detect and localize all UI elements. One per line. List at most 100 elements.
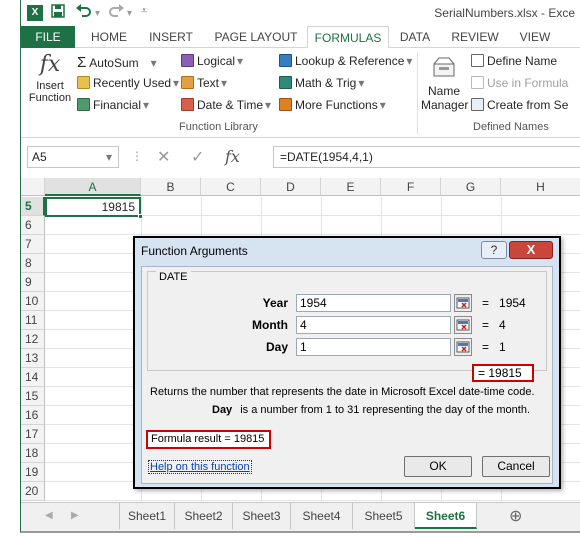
math-trig-button[interactable]: Math & Trig ▾ [279, 76, 364, 90]
row-header[interactable]: 8 [21, 254, 45, 273]
use-in-formula-button[interactable]: Use in Formula [471, 76, 568, 90]
sheet-tab-active[interactable]: Sheet6 [415, 503, 477, 529]
lookup-reference-button[interactable]: Lookup & Reference ▾ [279, 54, 412, 68]
sigma-icon: Σ [77, 54, 87, 71]
redo-icon[interactable] [107, 4, 125, 21]
collapse-dialog-icon[interactable] [454, 316, 472, 334]
tab-home[interactable]: HOME [83, 26, 135, 48]
argument-description: Day is a number from 1 to 31 representing… [212, 404, 530, 416]
sheet-tab-bar: ◀ ▶ Sheet1 Sheet2 Sheet3 Sheet4 Sheet5 S… [21, 502, 580, 531]
help-on-function-link[interactable]: Help on this function [148, 460, 252, 474]
row-header[interactable]: 16 [21, 406, 45, 425]
tab-insert[interactable]: INSERT [141, 26, 201, 48]
ok-button[interactable]: OK [404, 456, 472, 477]
logical-label: Logical [197, 54, 236, 68]
collapse-dialog-icon[interactable] [454, 338, 472, 356]
select-all-corner[interactable] [21, 178, 45, 196]
tab-file[interactable]: FILE [21, 26, 75, 48]
tab-view[interactable]: VIEW [513, 26, 557, 48]
add-sheet-icon[interactable]: ⊕ [509, 506, 522, 526]
day-input[interactable]: 1 [296, 338, 451, 356]
row-header[interactable]: 9 [21, 273, 45, 292]
autosum-button[interactable]: Σ AutoSum ▾ [77, 54, 157, 71]
fill-handle[interactable] [138, 214, 143, 219]
row-header[interactable]: 13 [21, 349, 45, 368]
text-button[interactable]: Text ▾ [181, 76, 227, 90]
row-header[interactable]: 5 [21, 197, 45, 216]
recently-used-button[interactable]: Recently Used ▾ [77, 76, 179, 90]
column-header[interactable]: G [441, 178, 501, 196]
redo-dropdown-icon[interactable]: ▾ [127, 8, 132, 19]
text-icon [181, 76, 194, 89]
confirm-entry-icon[interactable]: ✓ [191, 147, 204, 167]
column-header[interactable]: D [261, 178, 321, 196]
fx-icon: fx [39, 52, 61, 77]
row-header[interactable]: 18 [21, 444, 45, 463]
row-header[interactable]: 20 [21, 482, 45, 501]
financial-button[interactable]: Financial ▾ [77, 98, 149, 112]
undo-dropdown-icon[interactable]: ▾ [95, 8, 100, 19]
row-header[interactable]: 7 [21, 235, 45, 254]
sheet-tab[interactable]: Sheet3 [233, 503, 291, 529]
collapse-dialog-icon[interactable] [454, 294, 472, 312]
chevron-down-icon: ▾ [173, 76, 180, 90]
chevron-down-icon: ▾ [143, 98, 150, 112]
insert-function-label-1: Insert [36, 80, 64, 92]
sheet-tab[interactable]: Sheet2 [175, 503, 233, 529]
more-functions-button[interactable]: More Functions ▾ [279, 98, 386, 112]
fx-icon[interactable]: fx [225, 147, 240, 166]
insert-function-button[interactable]: fx Insert Function [27, 52, 73, 104]
column-header[interactable]: F [381, 178, 441, 196]
tab-review[interactable]: REVIEW [445, 26, 505, 48]
grid-row-line [45, 216, 580, 235]
column-header[interactable]: C [201, 178, 261, 196]
row-header[interactable]: 17 [21, 425, 45, 444]
column-header[interactable]: E [321, 178, 381, 196]
month-input[interactable]: 4 [296, 316, 451, 334]
row-header[interactable]: 19 [21, 463, 45, 482]
name-box-value: A5 [32, 150, 47, 164]
row-header[interactable]: 10 [21, 292, 45, 311]
column-header[interactable]: B [141, 178, 201, 196]
close-button[interactable]: X [509, 241, 553, 259]
row-header[interactable]: 6 [21, 216, 45, 235]
year-input[interactable]: 1954 [296, 294, 451, 312]
sheet-tab[interactable]: Sheet1 [119, 503, 175, 529]
define-name-icon [471, 54, 484, 67]
name-manager-button[interactable]: Name Manager [421, 54, 468, 112]
excel-logo-icon: X [27, 5, 43, 21]
row-header[interactable]: 14 [21, 368, 45, 387]
create-from-selection-button[interactable]: Create from Se [471, 98, 568, 112]
sheet-next-icon[interactable]: ▶ [71, 510, 79, 521]
column-header[interactable]: H [501, 178, 580, 196]
column-header[interactable]: A [45, 178, 141, 196]
help-button[interactable]: ? [481, 241, 507, 259]
customize-toolbar-icon[interactable]: ⩡ [141, 5, 147, 18]
undo-icon[interactable] [75, 4, 93, 21]
active-cell-a5[interactable]: 19815 [45, 197, 141, 217]
sheet-tab[interactable]: Sheet4 [291, 503, 353, 529]
define-name-button[interactable]: Define Name [471, 54, 557, 68]
tab-formulas[interactable]: FORMULAS [307, 26, 389, 49]
sheet-tab[interactable]: Sheet5 [353, 503, 415, 529]
name-box[interactable]: A5 ▾ [27, 146, 119, 168]
dialog-title: Function Arguments [141, 244, 248, 258]
row-header[interactable]: 12 [21, 330, 45, 349]
save-icon[interactable] [51, 4, 65, 21]
row-header[interactable]: 15 [21, 387, 45, 406]
define-name-label: Define Name [487, 54, 558, 68]
argument-name: Day [212, 404, 233, 416]
logical-button[interactable]: Logical ▾ [181, 54, 243, 68]
tab-data[interactable]: DATA [393, 26, 437, 48]
tab-page-layout[interactable]: PAGE LAYOUT [207, 26, 305, 48]
clock-icon [181, 98, 194, 111]
formula-input[interactable]: =DATE(1954,4,1) [273, 146, 580, 168]
star-icon [77, 76, 90, 89]
chevron-down-icon: ▾ [105, 150, 112, 164]
sheet-prev-icon[interactable]: ◀ [45, 510, 53, 521]
cancel-button[interactable]: Cancel [482, 456, 550, 477]
row-header[interactable]: 11 [21, 311, 45, 330]
cancel-entry-icon[interactable]: ✕ [157, 147, 170, 167]
chevron-down-icon: ▾ [150, 56, 157, 70]
date-time-button[interactable]: Date & Time ▾ [181, 98, 271, 112]
